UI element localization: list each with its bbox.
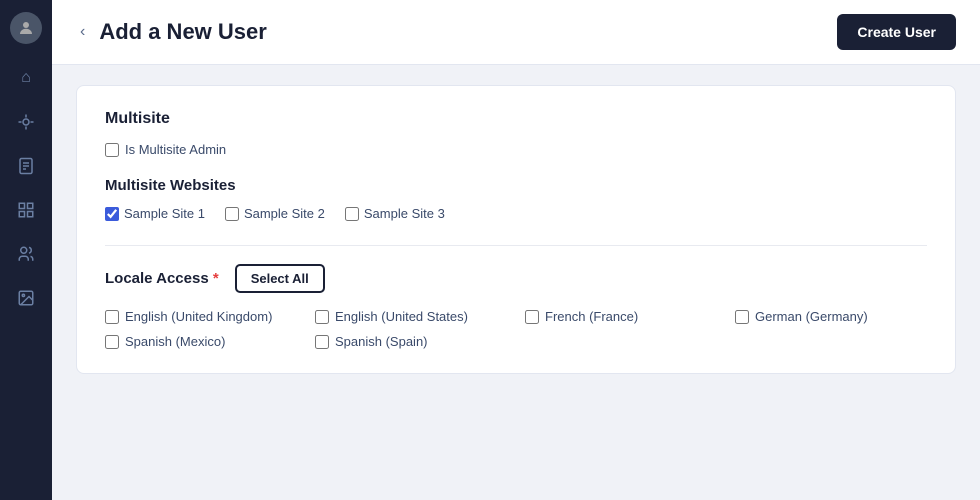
home-icon[interactable]: ⌂: [8, 60, 44, 96]
locale-item-es-es: Spanish (Spain): [315, 334, 495, 349]
avatar: [10, 12, 42, 44]
main-content: ‹ Add a New User Create User Multisite I…: [52, 0, 980, 500]
locale-es-mx-checkbox[interactable]: [105, 335, 119, 349]
form-card: Multisite Is Multisite Admin Multisite W…: [76, 85, 956, 374]
locale-es-es-label: Spanish (Spain): [335, 334, 428, 349]
locale-fr-fr-label: French (France): [545, 309, 638, 324]
locale-es-mx-label: Spanish (Mexico): [125, 334, 225, 349]
locale-access-title: Locale Access *: [105, 270, 219, 287]
site-1-checkbox[interactable]: [105, 207, 119, 221]
locale-fr-fr-checkbox[interactable]: [525, 310, 539, 324]
grid-icon[interactable]: [8, 192, 44, 228]
multisite-websites-row: Sample Site 1 Sample Site 2 Sample Site …: [105, 206, 927, 221]
is-multisite-admin-row: Is Multisite Admin: [105, 142, 927, 157]
content-area: Multisite Is Multisite Admin Multisite W…: [52, 65, 980, 394]
locale-en-uk-label: English (United Kingdom): [125, 309, 272, 324]
page-header: ‹ Add a New User Create User: [52, 0, 980, 65]
is-multisite-admin-label: Is Multisite Admin: [125, 142, 226, 157]
site-1-label: Sample Site 1: [124, 206, 205, 221]
required-star: *: [213, 270, 219, 287]
locale-item-de-de: German (Germany): [735, 309, 915, 324]
sidebar: ⌂: [0, 0, 52, 500]
locale-access-title-text: Locale Access: [105, 270, 213, 287]
locale-item-fr-fr: French (France): [525, 309, 705, 324]
site-1-item: Sample Site 1: [105, 206, 205, 221]
blog-icon[interactable]: [8, 104, 44, 140]
locale-en-us-label: English (United States): [335, 309, 468, 324]
locale-access-header: Locale Access * Select All: [105, 264, 927, 293]
site-2-item: Sample Site 2: [225, 206, 325, 221]
locale-item-en-uk: English (United Kingdom): [105, 309, 285, 324]
site-3-item: Sample Site 3: [345, 206, 445, 221]
site-2-label: Sample Site 2: [244, 206, 325, 221]
image-icon[interactable]: [8, 280, 44, 316]
locale-en-us-checkbox[interactable]: [315, 310, 329, 324]
header-left: ‹ Add a New User: [76, 19, 267, 45]
divider: [105, 245, 927, 246]
locale-checkboxes: English (United Kingdom) English (United…: [105, 309, 927, 349]
is-multisite-admin-checkbox[interactable]: [105, 143, 119, 157]
page-title: Add a New User: [99, 19, 267, 45]
locale-de-de-label: German (Germany): [755, 309, 868, 324]
locale-item-en-us: English (United States): [315, 309, 495, 324]
users-icon[interactable]: [8, 236, 44, 272]
locale-item-es-mx: Spanish (Mexico): [105, 334, 285, 349]
create-user-button[interactable]: Create User: [837, 14, 956, 50]
site-2-checkbox[interactable]: [225, 207, 239, 221]
locale-de-de-checkbox[interactable]: [735, 310, 749, 324]
multisite-section-title: Multisite: [105, 110, 927, 128]
multisite-websites-title: Multisite Websites: [105, 177, 927, 194]
back-button[interactable]: ‹: [76, 23, 89, 41]
locale-es-es-checkbox[interactable]: [315, 335, 329, 349]
document-icon[interactable]: [8, 148, 44, 184]
site-3-label: Sample Site 3: [364, 206, 445, 221]
locale-en-uk-checkbox[interactable]: [105, 310, 119, 324]
select-all-button[interactable]: Select All: [235, 264, 325, 293]
site-3-checkbox[interactable]: [345, 207, 359, 221]
